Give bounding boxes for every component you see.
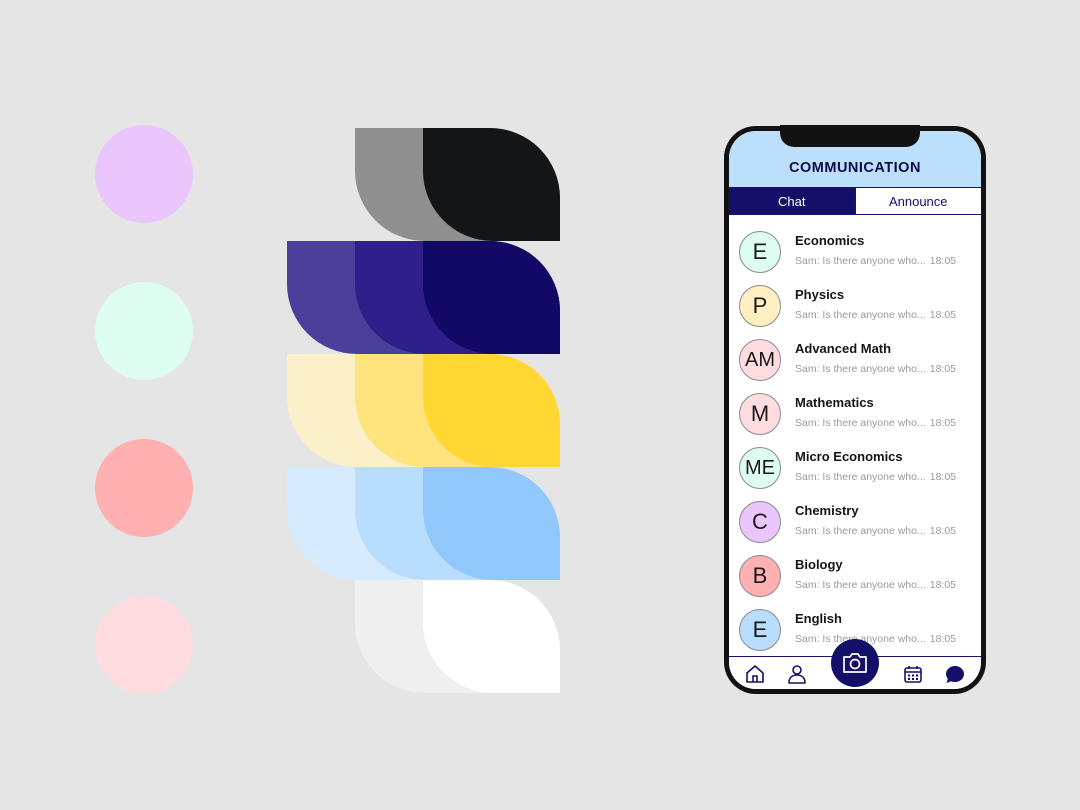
chat-preview: Sam: Is there anyone who... 18:05 [795, 633, 956, 645]
chat-title: Mathematics [795, 395, 874, 410]
chat-time: 18:05 [929, 579, 957, 591]
list-item[interactable]: ME Micro Economics Sam: Is there anyone wh… [729, 444, 981, 498]
list-item[interactable]: C Chemistry Sam: Is there anyone who... 18:… [729, 498, 981, 552]
avatar: M [739, 393, 781, 435]
chat-preview: Sam: Is there anyone who... 18:05 [795, 363, 956, 375]
chat-title: Economics [795, 233, 865, 248]
chat-preview: Sam: Is there anyone who... 18:05 [795, 309, 956, 321]
list-item[interactable]: AM Advanced Math Sam: Is there anyone who.… [729, 336, 981, 390]
chat-title: Biology [795, 557, 843, 572]
chat-preview-text: Sam: Is there anyone who... [795, 255, 926, 267]
avatar: B [739, 555, 781, 597]
chat-preview-text: Sam: Is there anyone who... [795, 471, 926, 483]
calendar-icon[interactable] [903, 664, 923, 684]
avatar: ME [739, 447, 781, 489]
list-item[interactable]: E Economics Sam: Is there anyone who... 18:… [729, 228, 981, 282]
chat-time: 18:05 [929, 633, 957, 645]
chat-bubble-icon[interactable] [945, 664, 965, 684]
chat-time: 18:05 [929, 363, 957, 375]
bottom-nav [729, 639, 981, 689]
chat-preview: Sam: Is there anyone who... 18:05 [795, 417, 956, 429]
page-title: COMMUNICATION [789, 160, 921, 176]
chat-preview: Sam: Is there anyone who... 18:05 [795, 471, 956, 483]
chat-preview: Sam: Is there anyone who... 18:05 [795, 525, 956, 537]
phone-screen: COMMUNICATION Chat Announce E Economics Sa… [729, 131, 981, 689]
chat-time: 18:05 [929, 471, 957, 483]
list-item[interactable]: B Biology Sam: Is there anyone who... 18:05 [729, 552, 981, 606]
chat-preview-text: Sam: Is there anyone who... [795, 363, 926, 375]
chat-time: 18:05 [929, 309, 957, 321]
tab-bar: Chat Announce [729, 187, 981, 215]
phone-mockup: COMMUNICATION Chat Announce E Economics Sa… [724, 125, 986, 694]
chat-title: English [795, 611, 842, 626]
list-item[interactable]: M Mathematics Sam: Is there anyone who... 1… [729, 390, 981, 444]
chat-time: 18:05 [929, 417, 957, 429]
avatar: P [739, 285, 781, 327]
avatar: C [739, 501, 781, 543]
profile-icon[interactable] [787, 664, 807, 684]
camera-icon [843, 653, 867, 673]
chat-preview: Sam: Is there anyone who... 18:05 [795, 255, 956, 267]
chat-preview-text: Sam: Is there anyone who... [795, 309, 926, 321]
avatar: E [739, 609, 781, 651]
home-icon[interactable] [745, 664, 765, 684]
chat-title: Micro Economics [795, 449, 903, 464]
chat-time: 18:05 [929, 255, 957, 267]
tab-announce[interactable]: Announce [854, 188, 981, 214]
chat-preview-text: Sam: Is there anyone who... [795, 525, 926, 537]
chat-time: 18:05 [929, 525, 957, 537]
camera-button[interactable] [831, 639, 879, 687]
chat-list: E Economics Sam: Is there anyone who... 18:… [729, 228, 981, 660]
chat-title: Advanced Math [795, 341, 892, 356]
chat-preview-text: Sam: Is there anyone who... [795, 417, 926, 429]
swatch-svg [287, 128, 560, 693]
tab-chat[interactable]: Chat [729, 188, 855, 214]
avatar: AM [739, 339, 781, 381]
chat-title: Physics [795, 287, 845, 302]
chat-title: Chemistry [795, 503, 859, 518]
list-item[interactable]: P Physics Sam: Is there anyone who... 18:05 [729, 282, 981, 336]
chat-preview: Sam: Is there anyone who... 18:05 [795, 579, 956, 591]
chat-preview-text: Sam: Is there anyone who... [795, 579, 926, 591]
phone-notch [780, 125, 920, 147]
avatar: E [739, 231, 781, 273]
leaf-swatches [0, 0, 600, 810]
